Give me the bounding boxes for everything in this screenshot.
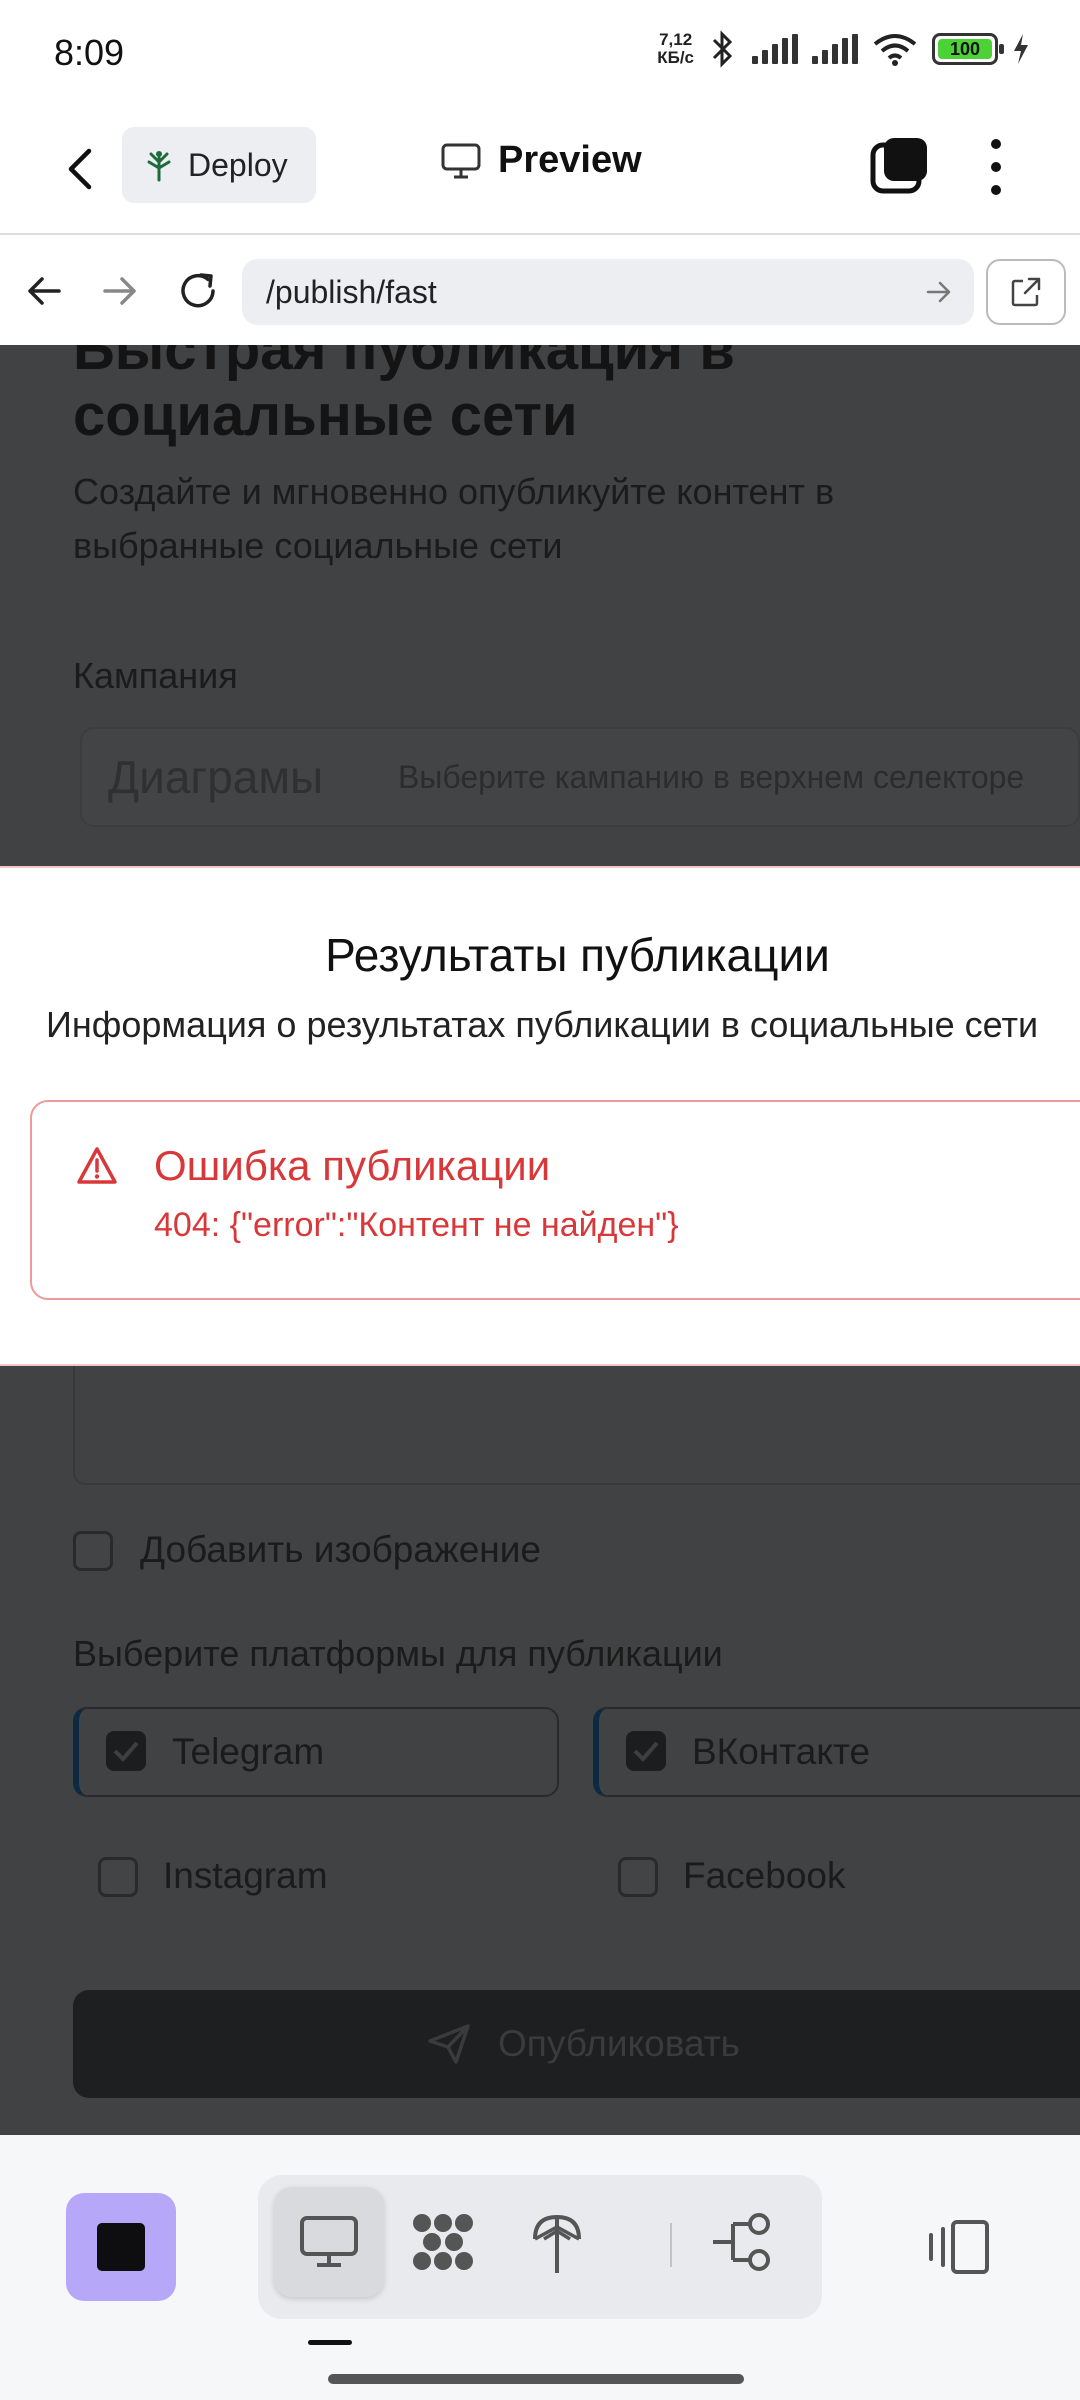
platform-label-facebook: Facebook <box>683 1855 846 1896</box>
status-time: 8:09 <box>54 32 125 73</box>
external-link-icon <box>1011 277 1041 307</box>
stop-button[interactable] <box>66 2193 176 2301</box>
more-menu-icon[interactable] <box>978 139 1014 195</box>
campaign-label: Кампания <box>73 655 238 696</box>
net-speed: 7,12 КБ/с <box>657 31 694 67</box>
add-image-checkbox[interactable] <box>73 1531 113 1571</box>
platform-label-telegram: Telegram <box>172 1731 325 1772</box>
status-bar: 8:09 7,12 КБ/с 100 <box>0 0 1080 105</box>
code-icon <box>413 2214 473 2270</box>
publish-button[interactable]: Опубликовать <box>73 1990 1080 2098</box>
battery-icon: 100 <box>932 33 1004 65</box>
reload-icon <box>181 273 215 308</box>
check-icon <box>113 1741 139 1762</box>
segment-divider <box>670 2223 672 2267</box>
app-toolbar: Deploy Preview <box>0 105 1080 235</box>
reload-button[interactable] <box>170 263 226 319</box>
deploy-button[interactable]: Deploy <box>122 127 316 203</box>
tabs-icon[interactable] <box>870 135 930 195</box>
monitor-icon <box>300 2216 358 2267</box>
open-external-button[interactable] <box>986 259 1066 325</box>
back-button[interactable] <box>52 139 108 199</box>
arrow-left-icon <box>28 277 61 305</box>
check-icon <box>633 1741 659 1762</box>
campaign-value: Диаграмы <box>108 751 324 803</box>
error-message: 404: {"error":"Контент не найден"} <box>154 1206 679 1244</box>
antenna-icon <box>533 2214 581 2273</box>
device-frame-button[interactable] <box>918 2207 998 2287</box>
platform-label-vk: ВКонтакте <box>692 1731 871 1772</box>
telegram-checkbox[interactable] <box>106 1731 146 1771</box>
branch-icon <box>713 2213 770 2271</box>
preview-view-button[interactable] <box>274 2187 384 2297</box>
home-indicator[interactable] <box>328 2374 744 2384</box>
instagram-checkbox[interactable] <box>98 1857 138 1897</box>
vk-checkbox[interactable] <box>626 1731 666 1771</box>
device-frame-icon <box>929 2220 989 2274</box>
status-icons: 7,12 КБ/с 100 <box>657 30 1030 68</box>
preview-title: Preview <box>440 139 642 182</box>
deploy-icon <box>147 151 171 182</box>
page-title: Быстрая публикация в социальные сети <box>73 345 735 448</box>
deploy-label: Deploy <box>188 146 288 183</box>
code-view-button[interactable] <box>388 2187 498 2297</box>
error-title: Ошибка публикации <box>154 1142 551 1189</box>
charging-icon <box>1014 34 1028 64</box>
send-icon <box>428 2024 470 2064</box>
publish-results-dialog: Результаты публикации Информация о резул… <box>0 866 1080 1366</box>
workflow-view-button[interactable] <box>686 2187 796 2297</box>
warning-icon <box>77 1147 117 1184</box>
publish-label: Опубликовать <box>498 2023 740 2064</box>
error-alert: Ошибка публикации 404: {"error":"Контент… <box>30 1100 1080 1300</box>
preview-label: Preview <box>498 139 642 181</box>
platforms-label: Выберите платформы для публикации <box>73 1633 723 1674</box>
dialog-title: Результаты публикации <box>325 929 830 981</box>
browser-forward-button[interactable] <box>92 263 148 319</box>
campaign-hint: Выберите кампанию в верхнем селекторе <box>398 759 1025 795</box>
wifi-icon <box>873 34 917 66</box>
monitor-icon <box>441 143 481 178</box>
net-speed-unit: КБ/с <box>657 48 694 67</box>
signal-icon <box>752 34 798 64</box>
content-textarea[interactable] <box>73 1365 1080 1485</box>
url-input[interactable]: /publish/fast <box>242 259 974 325</box>
facebook-checkbox[interactable] <box>618 1857 658 1897</box>
deploy-view-button[interactable] <box>502 2187 612 2297</box>
bluetooth-icon <box>712 30 733 68</box>
net-speed-value: 7,12 <box>659 30 693 49</box>
page-subtitle: Создайте и мгновенно опубликуйте контент… <box>73 471 835 566</box>
signal-icon-2 <box>812 34 858 64</box>
platform-label-instagram: Instagram <box>163 1855 328 1896</box>
arrow-right-icon <box>103 277 136 305</box>
stop-icon <box>97 2223 145 2271</box>
add-image-label: Добавить изображение <box>140 1529 541 1570</box>
view-switcher <box>258 2175 822 2319</box>
go-arrow-icon[interactable] <box>924 277 954 307</box>
dialog-description: Информация о результатах публикации в со… <box>46 1004 1039 1045</box>
url-text: /publish/fast <box>266 273 437 310</box>
battery-level: 100 <box>949 38 981 59</box>
browser-back-button[interactable] <box>16 263 72 319</box>
active-tab-indicator <box>308 2340 352 2345</box>
bottom-app-bar <box>0 2135 1080 2400</box>
chevron-left-icon <box>68 148 92 190</box>
url-bar: /publish/fast <box>0 237 1080 345</box>
